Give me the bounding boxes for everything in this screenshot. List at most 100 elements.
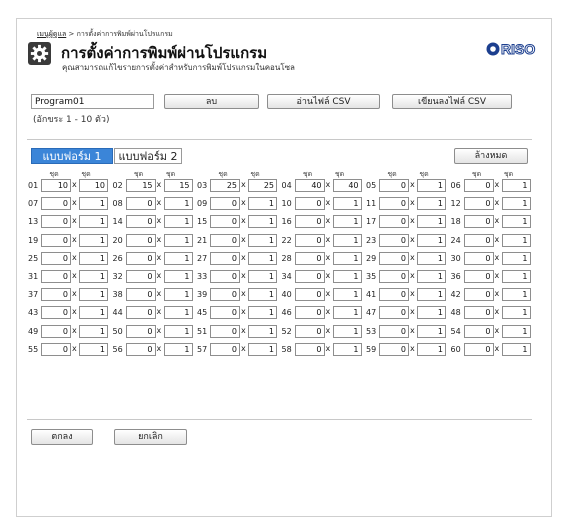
sets-input[interactable]: 1 (501, 288, 531, 302)
sets-input[interactable]: 1 (248, 270, 277, 283)
copies-input[interactable]: 0 (294, 306, 325, 320)
program-name-input[interactable] (31, 94, 154, 109)
sets-input[interactable]: 1 (163, 251, 193, 265)
sets-input[interactable]: 1 (248, 233, 277, 247)
copies-input[interactable]: 15 (125, 179, 156, 192)
sets-input[interactable]: 1 (163, 270, 193, 283)
sets-input[interactable]: 1 (501, 179, 531, 192)
sets-input[interactable]: 1 (501, 306, 531, 320)
sets-input[interactable]: 1 (163, 288, 193, 302)
copies-input[interactable]: 0 (210, 324, 240, 338)
copies-input[interactable]: 0 (294, 233, 325, 247)
sets-input[interactable]: 1 (163, 215, 193, 229)
clear-all-button[interactable]: ล้างหมด (454, 148, 528, 164)
copies-input[interactable]: 0 (41, 251, 71, 265)
sets-input[interactable]: 1 (248, 324, 277, 338)
copies-input[interactable]: 0 (294, 251, 325, 265)
tab-form-1[interactable]: แบบฟอร์ม 1 (31, 148, 113, 164)
copies-input[interactable]: 0 (125, 197, 156, 211)
sets-input[interactable]: 1 (332, 288, 362, 302)
copies-input[interactable]: 0 (41, 215, 71, 229)
copies-input[interactable]: 0 (379, 288, 409, 302)
copies-input[interactable]: 10 (41, 179, 71, 192)
sets-input[interactable]: 1 (79, 215, 108, 229)
copies-input[interactable]: 25 (210, 179, 240, 192)
copies-input[interactable]: 0 (210, 270, 240, 283)
tab-form-2[interactable]: แบบฟอร์ม 2 (114, 148, 182, 164)
sets-input[interactable]: 1 (332, 270, 362, 283)
read-csv-button[interactable]: อ่านไฟล์ CSV (267, 94, 380, 109)
sets-input[interactable]: 1 (417, 342, 446, 356)
sets-input[interactable]: 1 (332, 251, 362, 265)
sets-input[interactable]: 1 (501, 342, 531, 356)
sets-input[interactable]: 1 (79, 270, 108, 283)
sets-input[interactable]: 1 (417, 288, 446, 302)
copies-input[interactable]: 0 (294, 342, 325, 356)
copies-input[interactable]: 0 (41, 324, 71, 338)
copies-input[interactable]: 0 (125, 233, 156, 247)
sets-input[interactable]: 1 (79, 288, 108, 302)
sets-input[interactable]: 40 (332, 179, 362, 192)
sets-input[interactable]: 1 (501, 233, 531, 247)
sets-input[interactable]: 1 (79, 197, 108, 211)
sets-input[interactable]: 1 (163, 233, 193, 247)
sets-input[interactable]: 1 (163, 306, 193, 320)
sets-input[interactable]: 15 (163, 179, 193, 192)
copies-input[interactable]: 0 (294, 270, 325, 283)
copies-input[interactable]: 0 (125, 324, 156, 338)
sets-input[interactable]: 1 (501, 324, 531, 338)
sets-input[interactable]: 1 (332, 324, 362, 338)
copies-input[interactable]: 0 (463, 179, 494, 192)
sets-input[interactable]: 1 (501, 215, 531, 229)
copies-input[interactable]: 0 (125, 288, 156, 302)
sets-input[interactable]: 1 (79, 342, 108, 356)
sets-input[interactable]: 1 (79, 233, 108, 247)
copies-input[interactable]: 0 (463, 215, 494, 229)
copies-input[interactable]: 0 (294, 197, 325, 211)
write-csv-button[interactable]: เขียนลงไฟล์ CSV (392, 94, 512, 109)
copies-input[interactable]: 0 (41, 233, 71, 247)
sets-input[interactable]: 1 (163, 342, 193, 356)
copies-input[interactable]: 0 (463, 233, 494, 247)
copies-input[interactable]: 0 (210, 342, 240, 356)
copies-input[interactable]: 0 (463, 270, 494, 283)
sets-input[interactable]: 1 (501, 251, 531, 265)
copies-input[interactable]: 0 (41, 197, 71, 211)
copies-input[interactable]: 0 (125, 215, 156, 229)
copies-input[interactable]: 0 (41, 270, 71, 283)
copies-input[interactable]: 0 (379, 342, 409, 356)
copies-input[interactable]: 40 (294, 179, 325, 192)
sets-input[interactable]: 1 (163, 324, 193, 338)
copies-input[interactable]: 0 (41, 342, 71, 356)
sets-input[interactable]: 1 (417, 197, 446, 211)
copies-input[interactable]: 0 (379, 306, 409, 320)
copies-input[interactable]: 0 (463, 197, 494, 211)
cancel-button[interactable]: ยกเลิก (114, 429, 187, 445)
copies-input[interactable]: 0 (125, 270, 156, 283)
copies-input[interactable]: 0 (379, 270, 409, 283)
copies-input[interactable]: 0 (379, 251, 409, 265)
delete-button[interactable]: ลบ (164, 94, 259, 109)
sets-input[interactable]: 1 (332, 215, 362, 229)
copies-input[interactable]: 0 (210, 251, 240, 265)
sets-input[interactable]: 1 (417, 215, 446, 229)
copies-input[interactable]: 0 (294, 324, 325, 338)
sets-input[interactable]: 1 (248, 215, 277, 229)
copies-input[interactable]: 0 (379, 179, 409, 192)
sets-input[interactable]: 1 (332, 342, 362, 356)
sets-input[interactable]: 1 (79, 324, 108, 338)
sets-input[interactable]: 1 (248, 306, 277, 320)
copies-input[interactable]: 0 (463, 306, 494, 320)
ok-button[interactable]: ตกลง (31, 429, 93, 445)
copies-input[interactable]: 0 (125, 251, 156, 265)
sets-input[interactable]: 1 (248, 342, 277, 356)
copies-input[interactable]: 0 (210, 306, 240, 320)
sets-input[interactable]: 1 (417, 306, 446, 320)
copies-input[interactable]: 0 (379, 233, 409, 247)
sets-input[interactable]: 10 (79, 179, 108, 192)
copies-input[interactable]: 0 (210, 233, 240, 247)
copies-input[interactable]: 0 (379, 215, 409, 229)
copies-input[interactable]: 0 (379, 324, 409, 338)
sets-input[interactable]: 1 (248, 251, 277, 265)
sets-input[interactable]: 1 (417, 179, 446, 192)
